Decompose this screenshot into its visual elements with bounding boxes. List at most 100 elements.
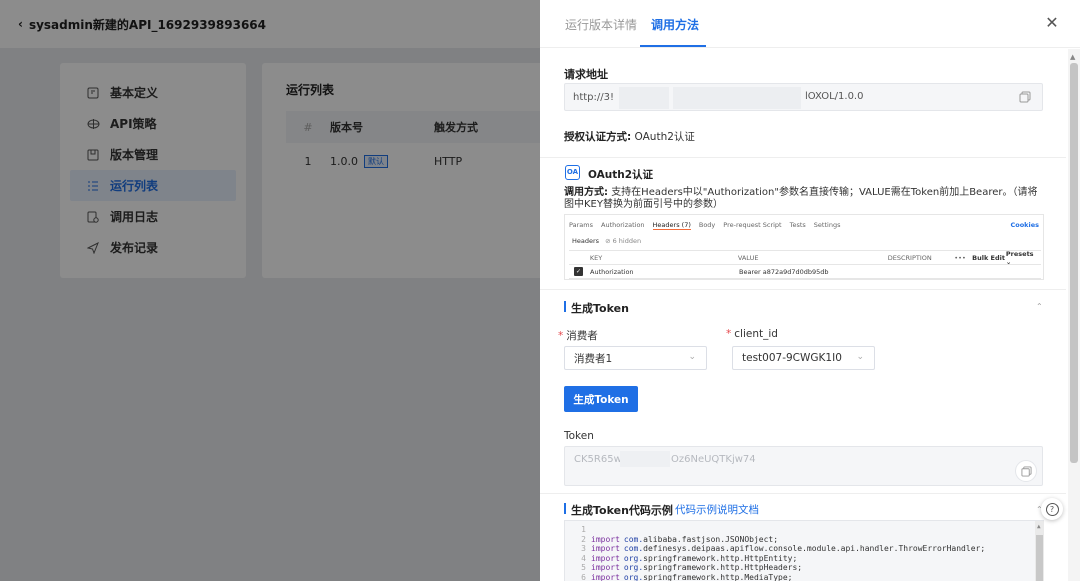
close-icon[interactable]: ✕ [1043, 14, 1061, 32]
line-number: 6 [581, 572, 586, 581]
request-url-suffix: lOXOL/1.0.0 [805, 91, 864, 102]
oauth-icon: OA [565, 165, 580, 180]
client-id-label: * client_id [726, 328, 778, 340]
line-number: 3 [581, 544, 586, 553]
pm-row-value: Bearer a872a9d7d0db95db [739, 267, 829, 276]
consumer-label: * 消费者 [558, 328, 598, 343]
drawer-scrollbar-thumb[interactable] [1070, 63, 1078, 463]
postman-tabs: Params Authorization Headers (7) Body Pr… [569, 221, 840, 230]
redaction-mask [620, 451, 670, 467]
code-example-title: 生成Token代码示例 [571, 504, 673, 517]
help-button[interactable]: ? [1041, 498, 1063, 520]
token-value-end: Oz6NeUQTKjw74 [671, 454, 756, 465]
chevron-down-icon: ⌄ [856, 352, 864, 362]
token-value-start: CK5R65w [574, 454, 622, 465]
code-package: org. [623, 553, 644, 563]
request-url-field: http://3! lOXOL/1.0.0 [564, 83, 1043, 111]
postman-tab: Tests [789, 221, 806, 229]
drawer-scrollbar[interactable]: ▲ [1068, 49, 1080, 581]
request-url-label: 请求地址 [564, 68, 608, 81]
postman-cookies: Cookies [1010, 221, 1039, 229]
copy-icon [1020, 465, 1032, 477]
postman-tab: Params [569, 221, 593, 229]
collapse-chevron-up-icon[interactable]: ⌃ [1036, 302, 1043, 311]
pm-col-more: ••• [954, 253, 966, 262]
consumer-label-text: 消费者 [566, 330, 598, 342]
code-keyword: import [591, 544, 620, 553]
scroll-up-arrow-icon[interactable]: ▲ [1070, 53, 1075, 61]
postman-tab: Authorization [601, 221, 645, 229]
code-line: 5 import org. springframework.http.HttpHead… [570, 563, 985, 573]
code-scrollbar[interactable]: ▲ [1035, 521, 1044, 581]
drawer-tabs: 运行版本详情 调用方法 ✕ [540, 0, 1080, 48]
code-line: 3 import com. definesys.deipaas.apiflow.con… [570, 544, 985, 554]
tab-invocation-method[interactable]: 调用方法 [651, 16, 699, 33]
line-number: 1 [581, 525, 586, 534]
code-editor[interactable]: 1 2 import com. alibaba.fastjson.JSONObject;… [564, 520, 1044, 581]
line-number: 5 [581, 563, 586, 572]
generate-token-button[interactable]: 生成Token [564, 386, 638, 412]
code-doc-link[interactable]: 代码示例说明文档 [675, 502, 759, 517]
section-marker [564, 503, 566, 514]
code-line: 1 [570, 525, 985, 535]
oauth-title: OAuth2认证 [588, 169, 654, 181]
request-url-prefix: http://3! [573, 91, 615, 103]
auth-method-value: OAuth2认证 [634, 131, 695, 143]
line-number: 2 [581, 534, 586, 544]
postman-grid-row: ✓ Authorization Bearer a872a9d7d0db95db [569, 265, 1041, 279]
pm-bulk-edit: Bulk Edit [972, 253, 1005, 262]
postman-headers-row: Headers ⊘ 6 hidden [572, 237, 641, 245]
checkbox-checked-icon: ✓ [574, 267, 583, 276]
code-text: definesys.deipaas.apiflow.console.module… [643, 544, 986, 553]
consumer-select[interactable]: 消费者1 ⌄ [564, 346, 707, 370]
client-id-select[interactable]: test007-9CWGK1I0 ⌄ [732, 346, 875, 370]
pm-col-key: KEY [589, 253, 603, 262]
postman-grid-header: KEY VALUE DESCRIPTION ••• Bulk Edit Pres… [569, 249, 1041, 266]
code-keyword: import [591, 572, 620, 581]
pm-col-description: DESCRIPTION [887, 253, 932, 262]
code-text: alibaba.fastjson.JSONObject; [643, 534, 779, 544]
postman-headers-screenshot: Params Authorization Headers (7) Body Pr… [564, 214, 1044, 280]
copy-token-button[interactable] [1015, 460, 1037, 482]
code-keyword: import [591, 563, 620, 572]
code-text: springframework.http.MediaType; [643, 572, 793, 581]
help-icon: ? [1045, 502, 1059, 516]
code-line: 2 import com. alibaba.fastjson.JSONObject; [570, 535, 985, 545]
gen-token-title: 生成Token [571, 302, 629, 315]
invocation-drawer: 运行版本详情 调用方法 ✕ 请求地址 http://3! lOXOL/1.0.0… [540, 0, 1080, 581]
code-text: springframework.http.HttpEntity; [643, 553, 798, 563]
postman-hidden-count: ⊘ 6 hidden [605, 237, 642, 245]
section-marker [564, 301, 566, 312]
code-line: 6 import org. springframework.http.MediaTyp… [570, 573, 985, 581]
usage-text: 支持在Headers中以"Authorization"参数名直接传输；VALUE… [564, 187, 1038, 210]
postman-headers-label: Headers [572, 237, 600, 245]
scroll-up-arrow-icon[interactable]: ▲ [1037, 523, 1041, 530]
client-id-select-value: test007-9CWGK1I0 [742, 352, 842, 364]
code-keyword: import [591, 553, 620, 563]
tab-run-version-detail[interactable]: 运行版本详情 [565, 16, 637, 33]
divider [540, 289, 1066, 290]
auth-method: 授权认证方式: OAuth2认证 [564, 129, 695, 144]
code-keyword: import [591, 534, 620, 544]
code-lines: 1 2 import com. alibaba.fastjson.JSONObject;… [570, 525, 985, 581]
active-tab-indicator [640, 45, 706, 47]
code-package: com. [623, 534, 644, 544]
drawer-content: 请求地址 http://3! lOXOL/1.0.0 授权认证方式: OAuth… [540, 49, 1066, 581]
redaction-mask [673, 87, 801, 109]
divider [540, 157, 1066, 158]
code-scrollbar-thumb[interactable] [1036, 535, 1043, 581]
client-id-label-text: client_id [734, 328, 778, 340]
token-label: Token [564, 430, 594, 442]
line-number: 4 [581, 553, 586, 563]
copy-icon[interactable] [1019, 91, 1033, 105]
divider [540, 493, 1066, 494]
usage-description: 调用方式: 支持在Headers中以"Authorization"参数名直接传输… [564, 187, 1046, 211]
consumer-select-value: 消费者1 [574, 352, 613, 365]
usage-label: 调用方式: [564, 187, 608, 198]
chevron-down-icon: ⌄ [688, 352, 696, 362]
postman-tab: Headers (7) [652, 221, 691, 230]
pm-col-value: VALUE [737, 253, 759, 262]
code-line: 4 import org. springframework.http.HttpEnti… [570, 554, 985, 564]
postman-grid: KEY VALUE DESCRIPTION ••• Bulk Edit Pres… [569, 250, 1041, 279]
pm-presets: Presets ⌄ [1005, 249, 1034, 266]
